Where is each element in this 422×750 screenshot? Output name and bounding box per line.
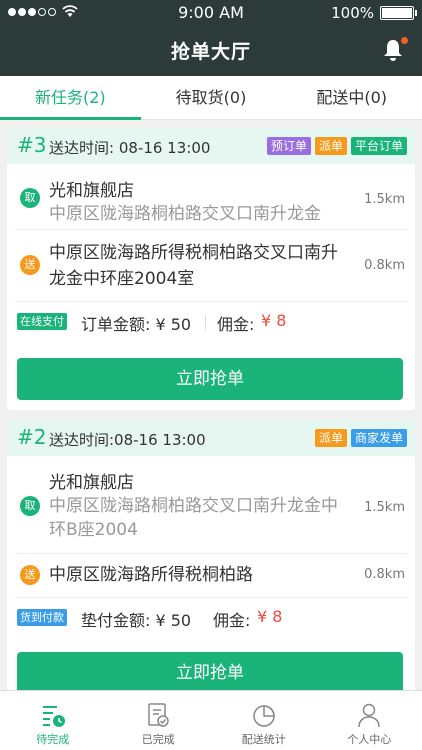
payment-method-tag: 货到付款 xyxy=(17,609,67,626)
commission-label: 佣金: xyxy=(217,315,255,334)
app-header: 9:00 AM 100% 抢单大厅 xyxy=(0,0,422,76)
pickup-distance: 1.5km xyxy=(364,500,405,515)
tag-platform-order: 平台订单 xyxy=(350,137,407,155)
status-bar: 9:00 AM 100% xyxy=(0,0,422,26)
pie-chart-icon xyxy=(253,705,275,727)
dropoff-address-text: 中原区陇海路所得税桐柏路交叉口南升龙金中环座2004室 xyxy=(49,243,338,289)
tabbar-item-pending[interactable]: 待完成 xyxy=(0,691,106,750)
divider xyxy=(205,314,206,330)
battery-percentage: 100% xyxy=(331,4,374,22)
commission-label: 佣金: xyxy=(213,611,251,630)
tabbar-label: 个人中心 xyxy=(347,733,392,746)
notification-dot xyxy=(401,37,408,44)
advance-amount: 垫付金额: ¥ 50 xyxy=(81,611,192,630)
dropoff-address: 送 中原区陇海路所得税桐柏路交叉口南升龙金中环座2004室 0.8km xyxy=(15,230,407,302)
dropoff-badge: 送 xyxy=(20,565,40,585)
order-card: #3 送达时间: 08-16 13:00 预订单 派单 平台订单 取 光和旗舰店… xyxy=(7,128,415,410)
tabbar-label: 配送统计 xyxy=(241,733,286,746)
dropoff-badge: 送 xyxy=(20,255,40,275)
dropoff-distance: 0.8km xyxy=(364,567,405,582)
dropoff-address-text: 中原区陇海路所得税桐柏路 xyxy=(49,565,253,585)
order-card-header: #3 送达时间: 08-16 13:00 预订单 派单 平台订单 xyxy=(7,128,415,164)
commission-value: ¥ 8 xyxy=(261,311,287,330)
document-check-icon xyxy=(148,703,169,727)
page-title: 抢单大厅 xyxy=(170,41,251,63)
delivery-time: 送达时间:08-16 13:00 xyxy=(49,431,206,449)
tag-dispatch: 派单 xyxy=(314,137,347,155)
order-amount: 订单金额: ¥ 50 xyxy=(81,315,192,334)
tabbar-label: 已完成 xyxy=(141,733,175,746)
task-list-clock-icon xyxy=(42,706,65,727)
tab-awaiting-pickup[interactable]: 待取货(0) xyxy=(141,76,282,119)
payment-method-tag: 在线支付 xyxy=(17,313,67,330)
tabbar-item-completed[interactable]: 已完成 xyxy=(106,691,212,750)
tag-merchant-order: 商家发单 xyxy=(350,429,407,447)
pickup-badge: 取 xyxy=(20,496,40,516)
payment-row: 在线支付 订单金额: ¥ 50 佣金: ¥ 8 xyxy=(17,302,405,342)
order-card: #2 送达时间:08-16 13:00 派单 商家发单 取 光和旗舰店 中原区陇… xyxy=(7,420,415,720)
pickup-distance: 1.5km xyxy=(364,192,405,207)
payment-row: 货到付款 垫付金额: ¥ 50 佣金: ¥ 8 xyxy=(17,598,405,638)
tag-dispatch: 派单 xyxy=(314,429,347,447)
bottom-tab-bar: 待完成 已完成 配送统计 个人中心 xyxy=(0,690,422,750)
dropoff-address: 送 中原区陇海路所得税桐柏路 0.8km xyxy=(15,554,407,598)
pickup-address-text: 中原区陇海路桐柏路交叉口南升龙金中环B座2004 xyxy=(49,496,338,540)
order-number: #3 xyxy=(17,133,47,157)
tabbar-item-profile[interactable]: 个人中心 xyxy=(317,691,422,750)
pickup-badge: 取 xyxy=(20,188,40,208)
grab-order-button[interactable]: 立即抢单 xyxy=(17,358,403,400)
order-number: #2 xyxy=(17,425,47,449)
battery-icon xyxy=(380,6,417,20)
tab-delivering[interactable]: 配送中(0) xyxy=(281,76,422,119)
tab-new-tasks[interactable]: 新任务(2) xyxy=(0,76,141,120)
grab-order-button[interactable]: 立即抢单 xyxy=(17,652,403,694)
tag-preorder: 预订单 xyxy=(266,137,311,155)
order-card-header: #2 送达时间:08-16 13:00 派单 商家发单 xyxy=(7,420,415,456)
order-status-tabs: 新任务(2) 待取货(0) 配送中(0) xyxy=(0,76,422,120)
person-icon xyxy=(358,703,380,728)
delivery-time: 送达时间: 08-16 13:00 xyxy=(49,139,211,157)
dropoff-distance: 0.8km xyxy=(364,258,405,273)
store-name: 光和旗舰店 xyxy=(49,181,134,201)
pickup-address-text: 中原区陇海路桐柏路交叉口南升龙金 xyxy=(49,204,321,224)
tabbar-label: 待完成 xyxy=(36,733,70,746)
store-name: 光和旗舰店 xyxy=(49,473,134,493)
pickup-address: 取 光和旗舰店 中原区陇海路桐柏路交叉口南升龙金中环B座2004 1.5km xyxy=(15,456,407,554)
tabbar-item-statistics[interactable]: 配送统计 xyxy=(211,691,317,750)
pickup-address: 取 光和旗舰店 中原区陇海路桐柏路交叉口南升龙金 1.5km xyxy=(15,164,407,230)
commission-value: ¥ 8 xyxy=(257,607,283,626)
